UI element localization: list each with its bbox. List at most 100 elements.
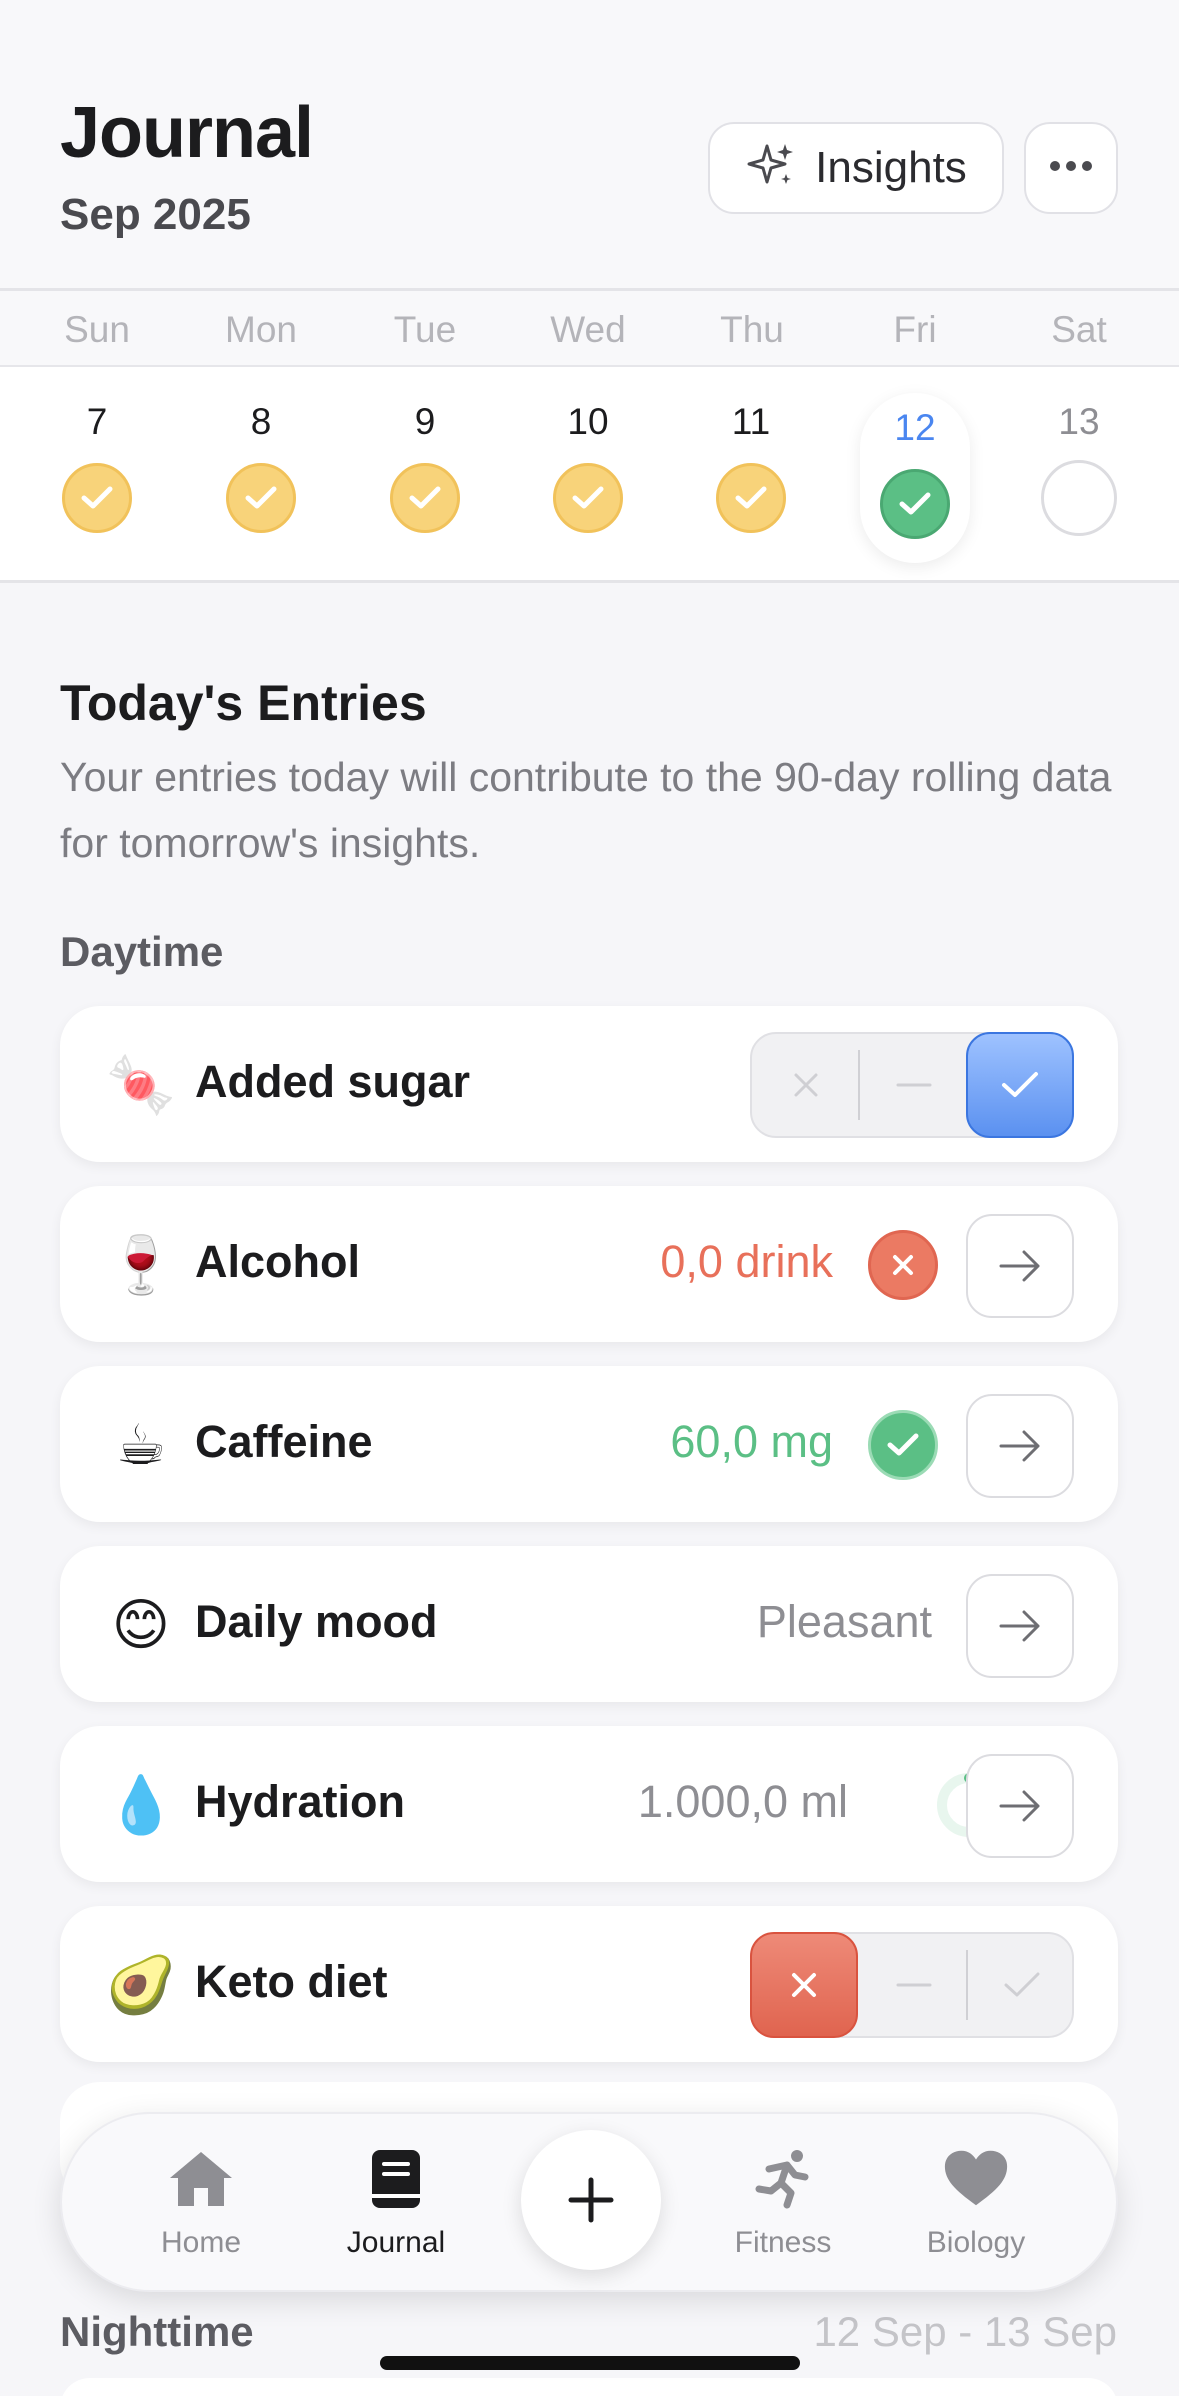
open-entry-button[interactable] (966, 1574, 1074, 1678)
nighttime-date-range: 12 Sep - 13 Sep (813, 2308, 1117, 2355)
empty-circle-icon (1041, 460, 1117, 536)
day-cell[interactable]: 13 (1024, 387, 1134, 557)
entry-name: Added sugar (195, 1056, 471, 1107)
day-number: 13 (1058, 401, 1100, 442)
day-number: 10 (567, 401, 609, 442)
header: Journal Sep 2025 Insights (0, 0, 1179, 290)
entry-value: 60,0 mg (670, 1416, 833, 1467)
check-icon (1002, 1072, 1038, 1097)
open-entry-button[interactable] (966, 1394, 1074, 1498)
entry-card-daily-mood[interactable]: 😊 Daily mood Pleasant (60, 1546, 1118, 1702)
skip-option[interactable] (860, 1934, 968, 2036)
insights-label: Insights (815, 143, 967, 192)
tab-journal[interactable]: Journal (316, 2144, 476, 2274)
arrow-right-icon (999, 1610, 1040, 1642)
entry-name: Alcohol (195, 1236, 360, 1287)
check-icon (716, 463, 786, 533)
tab-home[interactable]: Home (121, 2144, 281, 2274)
runner-icon (748, 2144, 818, 2214)
entry-card-alcohol[interactable]: 🍷 Alcohol 0,0 drink (60, 1186, 1118, 1342)
weekday-label: Tue (393, 309, 457, 350)
arrow-right-icon (999, 1430, 1040, 1462)
entry-name: Caffeine (195, 1416, 373, 1467)
group-label-nighttime: Nighttime (60, 2308, 254, 2355)
check-icon (553, 463, 623, 533)
insights-button[interactable]: Insights (708, 122, 1004, 214)
day-cell-today[interactable]: 12 (860, 393, 970, 563)
journal-icon (361, 2144, 431, 2214)
add-entry-button[interactable] (521, 2130, 661, 2270)
check-circle-icon (868, 1410, 938, 1480)
yes-option[interactable] (968, 1934, 1076, 2036)
arrow-right-icon (999, 1790, 1040, 1822)
entry-name: Daily mood (195, 1596, 438, 1647)
candy-icon: 🍬 (106, 1053, 176, 1116)
tab-label: Biology (926, 2226, 1026, 2259)
open-entry-button[interactable] (966, 1214, 1074, 1318)
entry-card-keto-diet[interactable]: 🥑 Keto diet (60, 1906, 1118, 2062)
arrow-right-icon (999, 1250, 1040, 1282)
x-circle-icon (868, 1230, 938, 1300)
weekday-label: Sat (1051, 309, 1107, 350)
droplet-icon: 💧 (106, 1773, 176, 1836)
open-entry-button[interactable] (966, 1754, 1074, 1858)
tab-biology[interactable]: Biology (896, 2144, 1056, 2274)
entry-card-hydration[interactable]: 💧 Hydration 1.000,0 ml (60, 1726, 1118, 1882)
check-icon (62, 463, 132, 533)
group-label-daytime: Daytime (60, 928, 224, 975)
day-number: 11 (731, 401, 771, 442)
day-number: 7 (86, 401, 108, 442)
day-cell[interactable]: 8 (206, 387, 316, 557)
entry-card-added-sugar[interactable]: 🍬 Added sugar (60, 1006, 1118, 1162)
yes-no-segmented-control[interactable] (750, 1032, 1074, 1138)
heart-icon (941, 2144, 1011, 2214)
day-cell[interactable]: 11 (696, 387, 806, 557)
coffee-cup-icon: ☕ (115, 1413, 167, 1476)
entry-name: Hydration (195, 1776, 406, 1827)
week-strip: Sun Mon Tue Wed Thu Fri Sat 7 8 9 10 11 … (0, 288, 1179, 583)
wine-glass-icon: 🍷 (106, 1233, 176, 1296)
tab-label: Journal (346, 2226, 446, 2259)
day-number: 9 (414, 401, 436, 442)
nighttime-card-partial (60, 2378, 1118, 2396)
section-title: Today's Entries (60, 675, 427, 731)
month-label[interactable]: Sep 2025 (60, 190, 251, 240)
ellipsis-icon (1049, 159, 1093, 177)
entry-value: 1.000,0 ml (637, 1776, 848, 1827)
x-icon (792, 1973, 816, 1997)
avocado-icon: 🥑 (106, 1953, 176, 2016)
check-icon (880, 469, 950, 539)
smiling-face-icon: 😊 (111, 1593, 171, 1656)
weekday-label: Thu (720, 309, 784, 350)
entry-value: 0,0 drink (660, 1236, 833, 1287)
plus-icon (568, 2177, 614, 2223)
tab-label: Home (160, 2226, 242, 2259)
day-cell[interactable]: 7 (42, 387, 152, 557)
day-cell[interactable]: 10 (533, 387, 643, 557)
day-number: 12 (894, 407, 936, 448)
day-cell[interactable]: 9 (370, 387, 480, 557)
more-button[interactable] (1024, 122, 1118, 214)
skip-option[interactable] (860, 1034, 968, 1136)
home-indicator (380, 2356, 800, 2370)
minus-icon (896, 1983, 932, 1987)
yes-option-selected[interactable] (966, 1032, 1074, 1138)
check-icon (390, 463, 460, 533)
section-description: Your entries today will contribute to th… (60, 754, 1112, 866)
entry-name: Keto diet (195, 1956, 388, 2007)
journal-screen: Journal Sep 2025 Insights Sun Mon Tue We… (0, 0, 1179, 2396)
weekday-label: Sun (64, 309, 130, 350)
yes-no-segmented-control[interactable] (750, 1932, 1074, 2038)
weekday-label: Fri (893, 309, 937, 350)
tab-fitness[interactable]: Fitness (703, 2144, 863, 2274)
x-icon (794, 1073, 818, 1097)
house-icon (166, 2144, 236, 2214)
page-title: Journal (60, 93, 314, 173)
no-option-selected[interactable] (750, 1932, 858, 2038)
weekday-label: Mon (225, 309, 297, 350)
entry-card-caffeine[interactable]: ☕ Caffeine 60,0 mg (60, 1366, 1118, 1522)
no-option[interactable] (752, 1034, 860, 1136)
weekday-label: Wed (550, 309, 626, 350)
entry-value: Pleasant (756, 1596, 932, 1647)
day-number: 8 (250, 401, 272, 442)
